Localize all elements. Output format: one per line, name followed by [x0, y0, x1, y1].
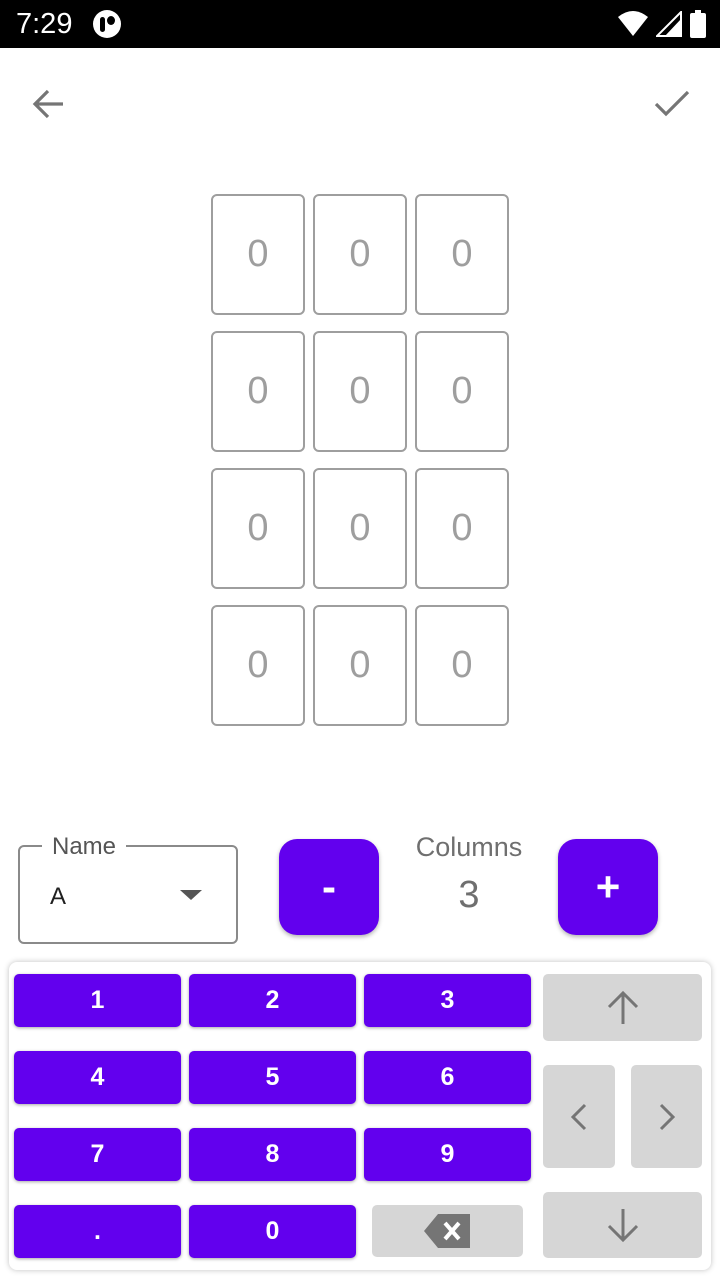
name-dropdown[interactable]: Name A: [18, 833, 238, 944]
name-label: Name: [42, 833, 127, 861]
matrix-cell[interactable]: 0: [211, 331, 305, 452]
key-9[interactable]: 9: [364, 1128, 531, 1181]
back-button[interactable]: [24, 80, 72, 128]
columns-value: 3: [458, 874, 480, 916]
key-1[interactable]: 1: [14, 974, 181, 1027]
key-4[interactable]: 4: [14, 1051, 181, 1104]
move-down-key[interactable]: [543, 1192, 702, 1258]
move-up-key[interactable]: [543, 974, 702, 1041]
app-notification-icon: [93, 10, 121, 38]
confirm-button[interactable]: [648, 80, 696, 128]
arrow-back-icon: [32, 89, 63, 119]
remove-column-button[interactable]: -: [279, 839, 379, 935]
key-8[interactable]: 8: [189, 1128, 356, 1181]
matrix-cell[interactable]: 0: [211, 468, 305, 589]
key-decimal[interactable]: .: [14, 1205, 181, 1258]
key-5[interactable]: 5: [189, 1051, 356, 1104]
matrix-cell[interactable]: 0: [313, 194, 407, 315]
numeric-keypad: 1 2 3 4 5 6 7 8 9 . 0: [9, 962, 711, 1270]
arrow-up-icon: [607, 990, 638, 1024]
check-icon: [654, 90, 690, 117]
matrix-cell[interactable]: 0: [211, 605, 305, 726]
matrix-cell[interactable]: 0: [415, 605, 509, 726]
backspace-icon: [423, 1214, 470, 1248]
add-column-button[interactable]: +: [558, 839, 658, 935]
wifi-icon: [618, 11, 648, 36]
status-time: 7:29: [16, 8, 73, 40]
arrow-down-icon: [607, 1209, 638, 1243]
chevron-right-icon: [659, 1103, 675, 1130]
status-bar: 7:29: [0, 0, 720, 48]
key-3[interactable]: 3: [364, 974, 531, 1027]
matrix-cell[interactable]: 0: [313, 605, 407, 726]
chevron-left-icon: [570, 1103, 587, 1130]
matrix-grid: 0 0 0 0 0 0 0 0 0 0 0 0: [211, 194, 509, 726]
matrix-cell[interactable]: 0: [415, 331, 509, 452]
backspace-key[interactable]: [372, 1205, 523, 1257]
matrix-cell[interactable]: 0: [415, 468, 509, 589]
move-right-key[interactable]: [631, 1065, 702, 1168]
move-left-key[interactable]: [543, 1065, 615, 1168]
key-6[interactable]: 6: [364, 1051, 531, 1104]
name-value: A: [50, 883, 67, 910]
matrix-cell[interactable]: 0: [211, 194, 305, 315]
matrix-cell[interactable]: 0: [415, 194, 509, 315]
columns-label: Columns: [415, 832, 523, 862]
key-0[interactable]: 0: [189, 1205, 356, 1258]
status-icons: [618, 10, 706, 38]
battery-icon: [690, 10, 706, 38]
matrix-cell[interactable]: 0: [313, 331, 407, 452]
key-7[interactable]: 7: [14, 1128, 181, 1181]
cellular-signal-icon: [656, 11, 682, 37]
dropdown-arrow-icon: [180, 890, 202, 900]
matrix-cell[interactable]: 0: [313, 468, 407, 589]
key-2[interactable]: 2: [189, 974, 356, 1027]
